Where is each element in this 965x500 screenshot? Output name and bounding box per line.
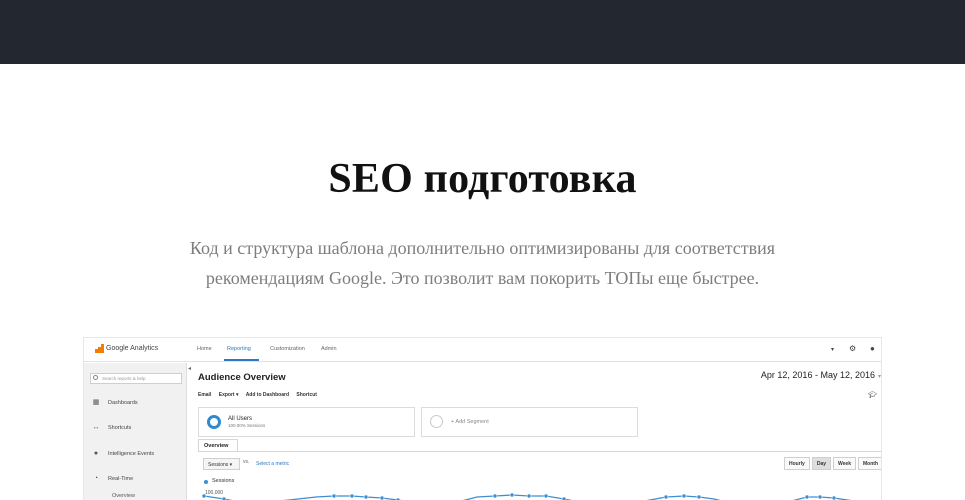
- sessions-series-line: [203, 494, 852, 500]
- month-button[interactable]: Month: [858, 457, 881, 470]
- segment-title: All Users: [228, 416, 253, 422]
- arrows-icon: ↔: [92, 424, 100, 431]
- sidebar-item-label: Real-Time: [108, 476, 134, 482]
- analytics-header: Google Analytics Home Reporting Customiz…: [84, 338, 881, 362]
- hourly-button[interactable]: Hourly: [783, 457, 810, 470]
- add-to-dashboard-button[interactable]: Add to Dashboard: [246, 392, 289, 398]
- sidebar-item-label: Intelligence Events: [108, 451, 155, 457]
- analytics-screenshot: Google Analytics Home Reporting Customiz…: [83, 337, 882, 500]
- search-icon: [93, 375, 98, 380]
- section-description: Код и структура шаблона дополнительно оп…: [0, 233, 965, 293]
- vs-label: vs.: [243, 459, 250, 465]
- report-title: Audience Overview: [198, 372, 286, 383]
- sidebar-item-shortcuts[interactable]: ↔ Shortcuts: [84, 419, 186, 439]
- day-button[interactable]: Day: [811, 457, 832, 470]
- sidebar-item-dashboards[interactable]: ▦ Dashboards: [84, 394, 186, 414]
- search-input[interactable]: Search reports & help: [90, 373, 182, 384]
- select-metric-link[interactable]: Select a metric: [256, 461, 289, 467]
- sessions-legend-dot: [204, 480, 208, 484]
- sidebar-item-real-time[interactable]: ◔ Real-Time: [84, 470, 186, 490]
- granularity-toggle: Hourly Day Week Month: [782, 457, 881, 470]
- chart-legend: Sessions: [212, 478, 235, 484]
- nav-active-indicator: [224, 359, 259, 361]
- nav-reporting[interactable]: Reporting: [227, 346, 251, 352]
- metric-select-value: Sessions: [208, 462, 229, 468]
- chevron-down-icon: ▾: [877, 374, 881, 380]
- sidebar-item-label: Dashboards: [108, 400, 138, 406]
- report-area: Audience Overview Apr 12, 2016 - May 12,…: [194, 363, 881, 500]
- analytics-sidebar: Search reports & help ▦ Dashboards ↔ Sho…: [84, 363, 187, 500]
- description-line-1: Код и структура шаблона дополнительно оп…: [189, 238, 776, 258]
- bulb-icon: ●: [93, 450, 99, 457]
- top-navigation-bar: [0, 0, 965, 64]
- sidebar-item-label: Shortcuts: [108, 425, 132, 431]
- report-toolbar: Email Export ▾ Add to Dashboard Shortcut: [198, 392, 323, 398]
- analytics-logo-icon: [95, 344, 104, 353]
- add-segment-button[interactable]: + Add Segment: [421, 407, 638, 437]
- sessions-line-chart: [201, 492, 852, 500]
- date-range-text: Apr 12, 2016 - May 12, 2016: [760, 370, 875, 380]
- week-button[interactable]: Week: [833, 457, 856, 470]
- collapse-sidebar-icon[interactable]: ◂: [188, 365, 191, 372]
- add-segment-label: + Add Segment: [451, 419, 489, 425]
- tab-divider: [198, 451, 881, 452]
- account-dropdown-icon[interactable]: ▾: [831, 345, 834, 355]
- nav-home[interactable]: Home: [197, 346, 212, 352]
- nav-customization[interactable]: Customization: [270, 346, 305, 352]
- sidebar-subitem-overview[interactable]: Overview: [112, 493, 135, 499]
- grid-icon: ▦: [92, 399, 100, 406]
- segment-subtitle: 100.00% Sessions: [228, 423, 266, 428]
- clock-icon: ◔: [93, 475, 99, 482]
- section-title: SEO подготовка: [328, 156, 637, 202]
- graduation-cap-icon[interactable]: 🎓︎: [868, 391, 877, 399]
- add-segment-ring-icon: [430, 415, 443, 428]
- email-button[interactable]: Email: [198, 392, 211, 398]
- metric-select[interactable]: Sessions ▾: [203, 458, 240, 470]
- sidebar-item-intelligence-events[interactable]: ● Intelligence Events: [84, 445, 186, 465]
- date-range-picker[interactable]: Apr 12, 2016 - May 12, 2016 ▾: [761, 370, 881, 380]
- segment-all-users[interactable]: All Users 100.00% Sessions: [198, 407, 415, 437]
- shortcut-button[interactable]: Shortcut: [296, 392, 317, 398]
- nav-admin[interactable]: Admin: [321, 346, 337, 352]
- tab-overview[interactable]: Overview: [198, 439, 238, 451]
- export-button[interactable]: Export ▾: [219, 392, 239, 398]
- analytics-brand: Google Analytics: [106, 345, 159, 352]
- bell-icon[interactable]: ●: [870, 344, 875, 354]
- segment-ring-icon: [207, 415, 221, 429]
- gear-icon[interactable]: ⚙: [849, 344, 856, 354]
- description-line-2: рекомендациям Google. Это позволит вам п…: [205, 268, 760, 288]
